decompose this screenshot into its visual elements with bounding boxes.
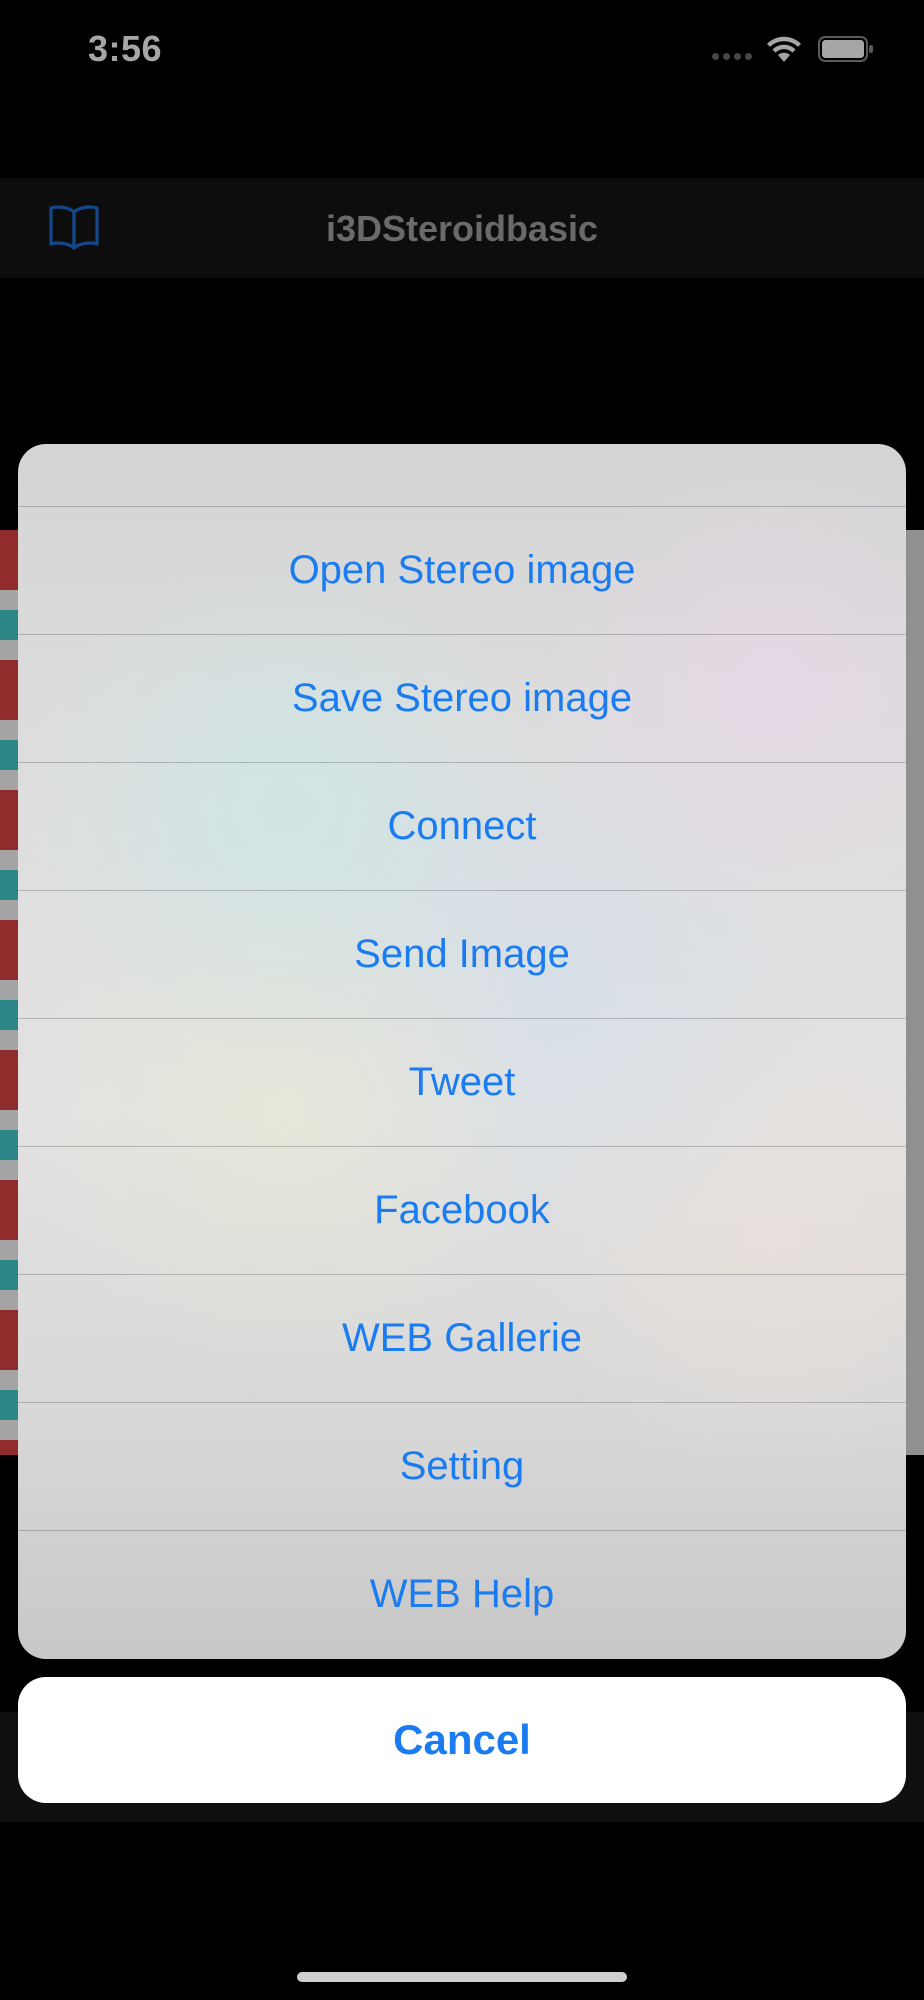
- facebook-button[interactable]: Facebook: [18, 1147, 906, 1275]
- home-indicator[interactable]: [297, 1972, 627, 1982]
- action-sheet-header: [18, 444, 906, 507]
- setting-button[interactable]: Setting: [18, 1403, 906, 1531]
- tweet-button[interactable]: Tweet: [18, 1019, 906, 1147]
- save-stereo-image-button[interactable]: Save Stereo image: [18, 635, 906, 763]
- connect-button[interactable]: Connect: [18, 763, 906, 891]
- action-sheet: Open Stereo image Save Stereo image Conn…: [18, 444, 906, 1659]
- web-help-button[interactable]: WEB Help: [18, 1531, 906, 1658]
- send-image-button[interactable]: Send Image: [18, 891, 906, 1019]
- open-stereo-image-button[interactable]: Open Stereo image: [18, 507, 906, 635]
- web-gallerie-button[interactable]: WEB Gallerie: [18, 1275, 906, 1403]
- cancel-button[interactable]: Cancel: [18, 1677, 906, 1803]
